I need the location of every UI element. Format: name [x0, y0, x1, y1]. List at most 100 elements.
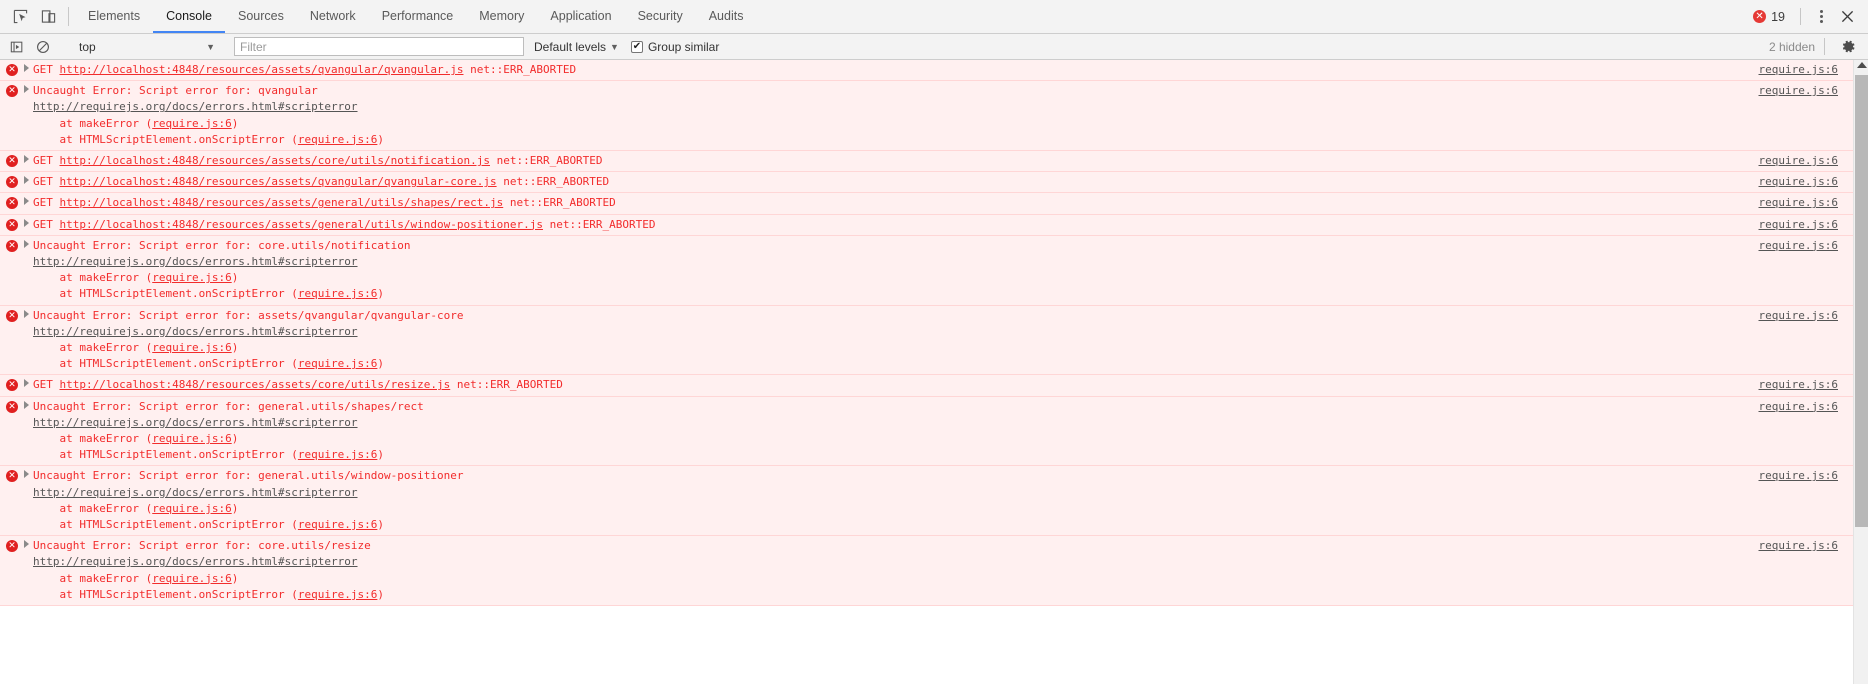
inline-source-link[interactable]: require.js:6	[152, 271, 231, 284]
source-link[interactable]: require.js:6	[1759, 63, 1838, 76]
disclosure-triangle-icon[interactable]	[24, 379, 29, 388]
tab-console[interactable]: Console	[153, 0, 225, 33]
scrollbar-thumb[interactable]	[1855, 75, 1868, 527]
disclosure-triangle-icon[interactable]	[24, 64, 29, 72]
docs-url-link[interactable]: http://requirejs.org/docs/errors.html#sc…	[33, 325, 358, 338]
tab-application[interactable]: Application	[537, 0, 624, 33]
disclosure-triangle-icon[interactable]	[24, 197, 29, 206]
disclosure-triangle-icon[interactable]	[24, 218, 29, 227]
console-message[interactable]: ✕ require.js:6 Uncaught Error: Script erro…	[0, 235, 1868, 306]
tab-performance[interactable]: Performance	[369, 0, 467, 33]
inline-source-link[interactable]: http://localhost:4848/resources/assets/c…	[60, 154, 490, 167]
device-toolbar-icon[interactable]	[34, 0, 62, 33]
disclosure-triangle-icon[interactable]	[24, 85, 29, 94]
source-link[interactable]: require.js:6	[1759, 218, 1838, 231]
inline-source-link[interactable]: require.js:6	[298, 518, 377, 531]
disclosure-triangle-icon[interactable]	[24, 309, 29, 318]
group-similar-toggle[interactable]: ✔ Group similar	[630, 40, 719, 54]
console-message[interactable]: ✕ require.js:6 GET http://localhost:4848/r…	[0, 193, 1868, 215]
disclosure-triangle-icon[interactable]	[24, 155, 29, 164]
execute-sidebar-icon[interactable]	[4, 35, 30, 59]
docs-url-link[interactable]: http://requirejs.org/docs/errors.html#sc…	[33, 416, 358, 429]
tab-security[interactable]: Security	[625, 0, 696, 33]
inline-source-link[interactable]: require.js:6	[152, 341, 231, 354]
source-link[interactable]: require.js:6	[1759, 175, 1838, 188]
inline-source-link[interactable]: require.js:6	[152, 572, 231, 585]
disclosure-triangle-icon[interactable]	[24, 540, 29, 549]
scroll-up-arrow-icon[interactable]	[1857, 62, 1867, 68]
source-link[interactable]: require.js:6	[1759, 239, 1838, 252]
docs-url-link[interactable]: http://requirejs.org/docs/errors.html#sc…	[33, 555, 358, 568]
source-link[interactable]: require.js:6	[1759, 378, 1838, 391]
console-message[interactable]: ✕ require.js:6 GET http://localhost:4848/r…	[0, 151, 1868, 173]
console-scrollbar[interactable]	[1853, 60, 1868, 684]
inline-source-link[interactable]: require.js:6	[298, 357, 377, 370]
gear-icon[interactable]	[1834, 39, 1862, 54]
tab-elements[interactable]: Elements	[75, 0, 153, 33]
source-link[interactable]: require.js:6	[1759, 309, 1838, 322]
console-message-body: GET http://localhost:4848/resources/asse…	[33, 217, 1868, 233]
tab-sources[interactable]: Sources	[225, 0, 297, 33]
tab-audits[interactable]: Audits	[696, 0, 757, 33]
console-message[interactable]: ✕ require.js:6 Uncaught Error: Script erro…	[0, 536, 1868, 607]
console-message[interactable]: ✕ require.js:6 Uncaught Error: Script erro…	[0, 305, 1868, 376]
inline-source-link[interactable]: http://localhost:4848/resources/assets/g…	[60, 218, 543, 231]
source-link[interactable]: require.js:6	[1759, 539, 1838, 552]
console-message[interactable]: ✕ require.js:6 GET http://localhost:4848/r…	[0, 214, 1868, 236]
inline-source-link[interactable]: http://localhost:4848/resources/assets/q…	[60, 175, 497, 188]
message-text: )	[231, 271, 239, 285]
inline-source-link[interactable]: require.js:6	[298, 287, 377, 300]
source-link[interactable]: require.js:6	[1759, 469, 1838, 482]
console-message-area[interactable]: ✕ require.js:6 GET http://localhost:4848/r…	[0, 60, 1868, 684]
inline-source-link[interactable]: require.js:6	[298, 448, 377, 461]
disclosure-triangle-icon[interactable]	[24, 400, 29, 409]
source-link[interactable]: require.js:6	[1759, 400, 1838, 413]
console-message-line: at HTMLScriptElement.onScriptError (requ…	[33, 286, 1698, 302]
source-link[interactable]: require.js:6	[1759, 196, 1838, 209]
console-message[interactable]: ✕ require.js:6 GET http://localhost:4848/r…	[0, 60, 1868, 82]
error-count-badge[interactable]: ✕ 19	[1747, 10, 1791, 24]
filter-input[interactable]	[234, 37, 524, 56]
console-message-line: GET http://localhost:4848/resources/asse…	[33, 174, 1698, 190]
error-circle-icon: ✕	[6, 218, 18, 231]
message-text: Uncaught Error: Script error for: qvangu…	[33, 84, 318, 98]
source-link[interactable]: require.js:6	[1759, 84, 1838, 97]
checkbox-icon[interactable]: ✔	[630, 40, 643, 53]
inline-source-link[interactable]: http://localhost:4848/resources/assets/c…	[60, 378, 451, 391]
inline-source-link[interactable]: require.js:6	[298, 133, 377, 146]
message-text: at HTMLScriptElement.onScriptError (	[33, 448, 298, 462]
devtools-tabbar: Elements Console Sources Network Perform…	[0, 0, 1868, 34]
console-message[interactable]: ✕ require.js:6 GET http://localhost:4848/r…	[0, 172, 1868, 194]
inline-source-link[interactable]: require.js:6	[298, 588, 377, 601]
console-message[interactable]: ✕ require.js:6 Uncaught Error: Script erro…	[0, 466, 1868, 537]
docs-url-link[interactable]: http://requirejs.org/docs/errors.html#sc…	[33, 100, 358, 113]
tab-memory[interactable]: Memory	[466, 0, 537, 33]
tab-network[interactable]: Network	[297, 0, 369, 33]
message-text: Uncaught Error: Script error for: genera…	[33, 469, 464, 483]
error-circle-icon: ✕	[6, 400, 18, 413]
kebab-menu-icon[interactable]	[1810, 10, 1832, 23]
inline-source-link[interactable]: http://localhost:4848/resources/assets/g…	[60, 196, 504, 209]
close-icon[interactable]	[1832, 10, 1862, 23]
log-levels-selector[interactable]: Default levels ▼	[534, 40, 619, 54]
inline-source-link[interactable]: require.js:6	[152, 502, 231, 515]
source-link[interactable]: require.js:6	[1759, 154, 1838, 167]
clear-console-icon[interactable]	[30, 35, 56, 59]
disclosure-triangle-icon[interactable]	[24, 470, 29, 479]
console-message[interactable]: ✕ require.js:6 Uncaught Error: Script erro…	[0, 396, 1868, 467]
disclosure-triangle-icon[interactable]	[24, 239, 29, 248]
console-message-line: GET http://localhost:4848/resources/asse…	[33, 153, 1698, 169]
console-message-line: http://requirejs.org/docs/errors.html#sc…	[33, 485, 1698, 501]
console-message[interactable]: ✕ require.js:6 Uncaught Error: Script erro…	[0, 81, 1868, 152]
console-message-body: GET http://localhost:4848/resources/asse…	[33, 377, 1868, 393]
inline-source-link[interactable]: require.js:6	[152, 117, 231, 130]
docs-url-link[interactable]: http://requirejs.org/docs/errors.html#sc…	[33, 486, 358, 499]
inline-source-link[interactable]: http://localhost:4848/resources/assets/q…	[60, 63, 464, 76]
console-message[interactable]: ✕ require.js:6 GET http://localhost:4848/r…	[0, 375, 1868, 397]
inspect-element-icon[interactable]	[6, 0, 34, 33]
execution-context-selector[interactable]: top ▼	[71, 37, 219, 57]
inline-source-link[interactable]: require.js:6	[152, 432, 231, 445]
console-message-line: Uncaught Error: Script error for: core.u…	[33, 238, 1698, 254]
disclosure-triangle-icon[interactable]	[24, 176, 29, 185]
docs-url-link[interactable]: http://requirejs.org/docs/errors.html#sc…	[33, 255, 358, 268]
